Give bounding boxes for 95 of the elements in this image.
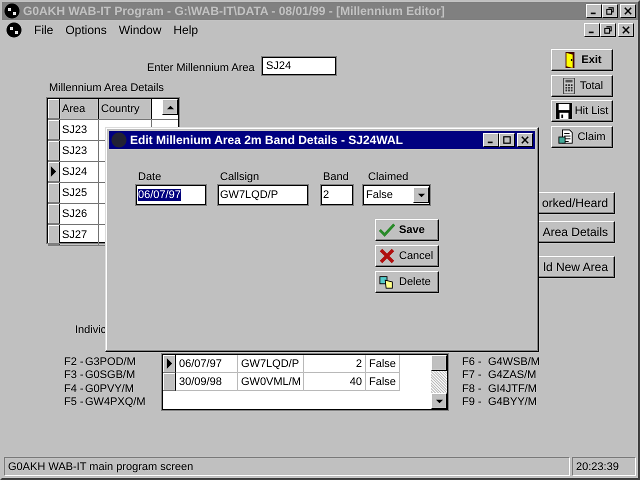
shortcut-callsign: G4ZAS/M bbox=[488, 369, 536, 382]
shortcut-key: F4 - bbox=[64, 382, 84, 395]
table-cell: 2 bbox=[304, 355, 366, 373]
row-selector[interactable] bbox=[48, 225, 60, 245]
shortcut-callsign: G0SGB/M bbox=[85, 369, 136, 382]
check-icon bbox=[379, 222, 395, 238]
menu-item[interactable]: File bbox=[34, 23, 54, 37]
table-cell: 40 bbox=[304, 373, 366, 391]
table-cell: SJ24 bbox=[60, 162, 99, 182]
text-field[interactable]: 06/07/97 bbox=[136, 185, 206, 205]
field-label: Claimed bbox=[368, 171, 408, 183]
close-icon bbox=[624, 7, 632, 15]
table-cell: False bbox=[366, 373, 400, 391]
field-label: Enter Millennium Area bbox=[147, 62, 255, 74]
shortcut-key: F8 - bbox=[462, 382, 482, 395]
close-button[interactable] bbox=[517, 133, 533, 147]
dialog-title: Edit Millenium Area 2m Band Details - SJ24WAL bbox=[130, 133, 403, 147]
menu-item[interactable]: Options bbox=[65, 23, 107, 37]
window-title: G0AKH WAB-IT Program - G:\WAB-IT\DATA - 08/01/99 - [Millennium Editor] bbox=[23, 4, 445, 18]
close-icon bbox=[622, 26, 630, 34]
row-selector[interactable] bbox=[48, 162, 60, 182]
row-selector[interactable] bbox=[163, 373, 176, 391]
total-button[interactable]: Total bbox=[551, 74, 613, 96]
section-label: Millennium Area Details bbox=[49, 82, 164, 94]
restore-icon bbox=[606, 7, 614, 15]
minimize-button[interactable] bbox=[586, 4, 602, 18]
exit-button[interactable]: Exit bbox=[551, 49, 613, 71]
area-input[interactable]: SJ24 bbox=[262, 57, 336, 75]
menu-item[interactable]: Window bbox=[118, 23, 162, 37]
table-cell: SJ23 bbox=[60, 120, 99, 140]
status-time: 20:23:39 bbox=[572, 457, 636, 476]
scroll-thumb[interactable] bbox=[431, 355, 447, 371]
shortcut-callsign: GW4PXQ/M bbox=[85, 396, 146, 408]
field-label: Callsign bbox=[220, 171, 260, 183]
scrollbar[interactable] bbox=[431, 355, 447, 409]
up-arrow-icon bbox=[166, 104, 174, 110]
status-message: G0AKH WAB-IT main program screen bbox=[4, 457, 570, 476]
close-button[interactable] bbox=[620, 4, 636, 18]
text-field[interactable]: GW7LQD/P bbox=[218, 185, 308, 205]
restore-button[interactable] bbox=[600, 23, 616, 37]
table-cell: SJ27 bbox=[60, 225, 99, 245]
cross-icon bbox=[379, 248, 395, 264]
close-button[interactable] bbox=[618, 23, 634, 37]
current-row-icon bbox=[166, 358, 172, 369]
document-icon bbox=[558, 128, 574, 144]
table-cell: 06/07/97 bbox=[176, 355, 238, 373]
current-row-icon bbox=[50, 166, 57, 177]
delete-button[interactable]: Delete bbox=[375, 271, 439, 293]
row-selector[interactable] bbox=[48, 183, 60, 203]
table-cell: SJ25 bbox=[60, 183, 99, 203]
minimize-button[interactable] bbox=[584, 23, 600, 37]
hit-list-button[interactable]: Hit List bbox=[551, 100, 613, 122]
shortcut-callsign: GI4JTF/M bbox=[488, 382, 537, 395]
shortcut-key: F7 - bbox=[462, 369, 482, 382]
column-header[interactable]: Area bbox=[60, 99, 99, 119]
shortcut-callsign: G4WSB/M bbox=[488, 356, 540, 368]
text-field[interactable]: 2 bbox=[321, 185, 353, 205]
table-cell: False bbox=[366, 355, 400, 373]
restore-button[interactable] bbox=[602, 4, 618, 18]
maximize-button[interactable] bbox=[499, 133, 515, 147]
field-label: Date bbox=[138, 171, 162, 183]
table-cell: GW0VML/M bbox=[238, 373, 304, 391]
field-label: Band bbox=[323, 171, 349, 183]
down-arrow-icon bbox=[436, 398, 442, 404]
section-label: Indivic bbox=[75, 324, 106, 336]
minimize-button[interactable] bbox=[483, 133, 499, 147]
shortcut-callsign: G4BYY/M bbox=[488, 396, 537, 408]
table-cell: SJ23 bbox=[60, 141, 99, 161]
shortcut-key: F6 - bbox=[462, 356, 482, 368]
cancel-button[interactable]: Cancel bbox=[375, 245, 439, 267]
shortcut-key: F2 - bbox=[64, 356, 84, 368]
menu-item[interactable]: Help bbox=[173, 23, 198, 37]
calculator-icon bbox=[560, 78, 577, 94]
claim-button[interactable]: Claim bbox=[551, 126, 613, 148]
row-selector[interactable] bbox=[48, 120, 60, 140]
scroll-up-button[interactable] bbox=[162, 99, 178, 115]
shortcut-callsign: G3POD/M bbox=[85, 356, 136, 368]
close-icon bbox=[521, 136, 529, 144]
shortcut-key: F3 - bbox=[64, 369, 84, 382]
column-header[interactable]: Country bbox=[99, 99, 152, 119]
table-cell: SJ26 bbox=[60, 204, 99, 224]
scroll-down-button[interactable] bbox=[431, 393, 447, 409]
shortcut-key: F9 - bbox=[462, 396, 482, 408]
table-cell: GW7LQD/P bbox=[238, 355, 304, 373]
row-selector[interactable] bbox=[163, 355, 176, 373]
shortcut-key: F5 - bbox=[64, 396, 84, 408]
dropdown[interactable]: False bbox=[363, 185, 430, 205]
save-button[interactable]: Save bbox=[375, 219, 439, 241]
maximize-icon bbox=[503, 136, 511, 144]
table-cell: 30/09/98 bbox=[176, 373, 238, 391]
dropdown-arrow-icon bbox=[418, 192, 424, 198]
restore-icon bbox=[604, 26, 612, 34]
shortcut-callsign: G0PVY/M bbox=[85, 382, 134, 395]
row-selector[interactable] bbox=[48, 204, 60, 224]
row-selector[interactable] bbox=[48, 141, 60, 161]
